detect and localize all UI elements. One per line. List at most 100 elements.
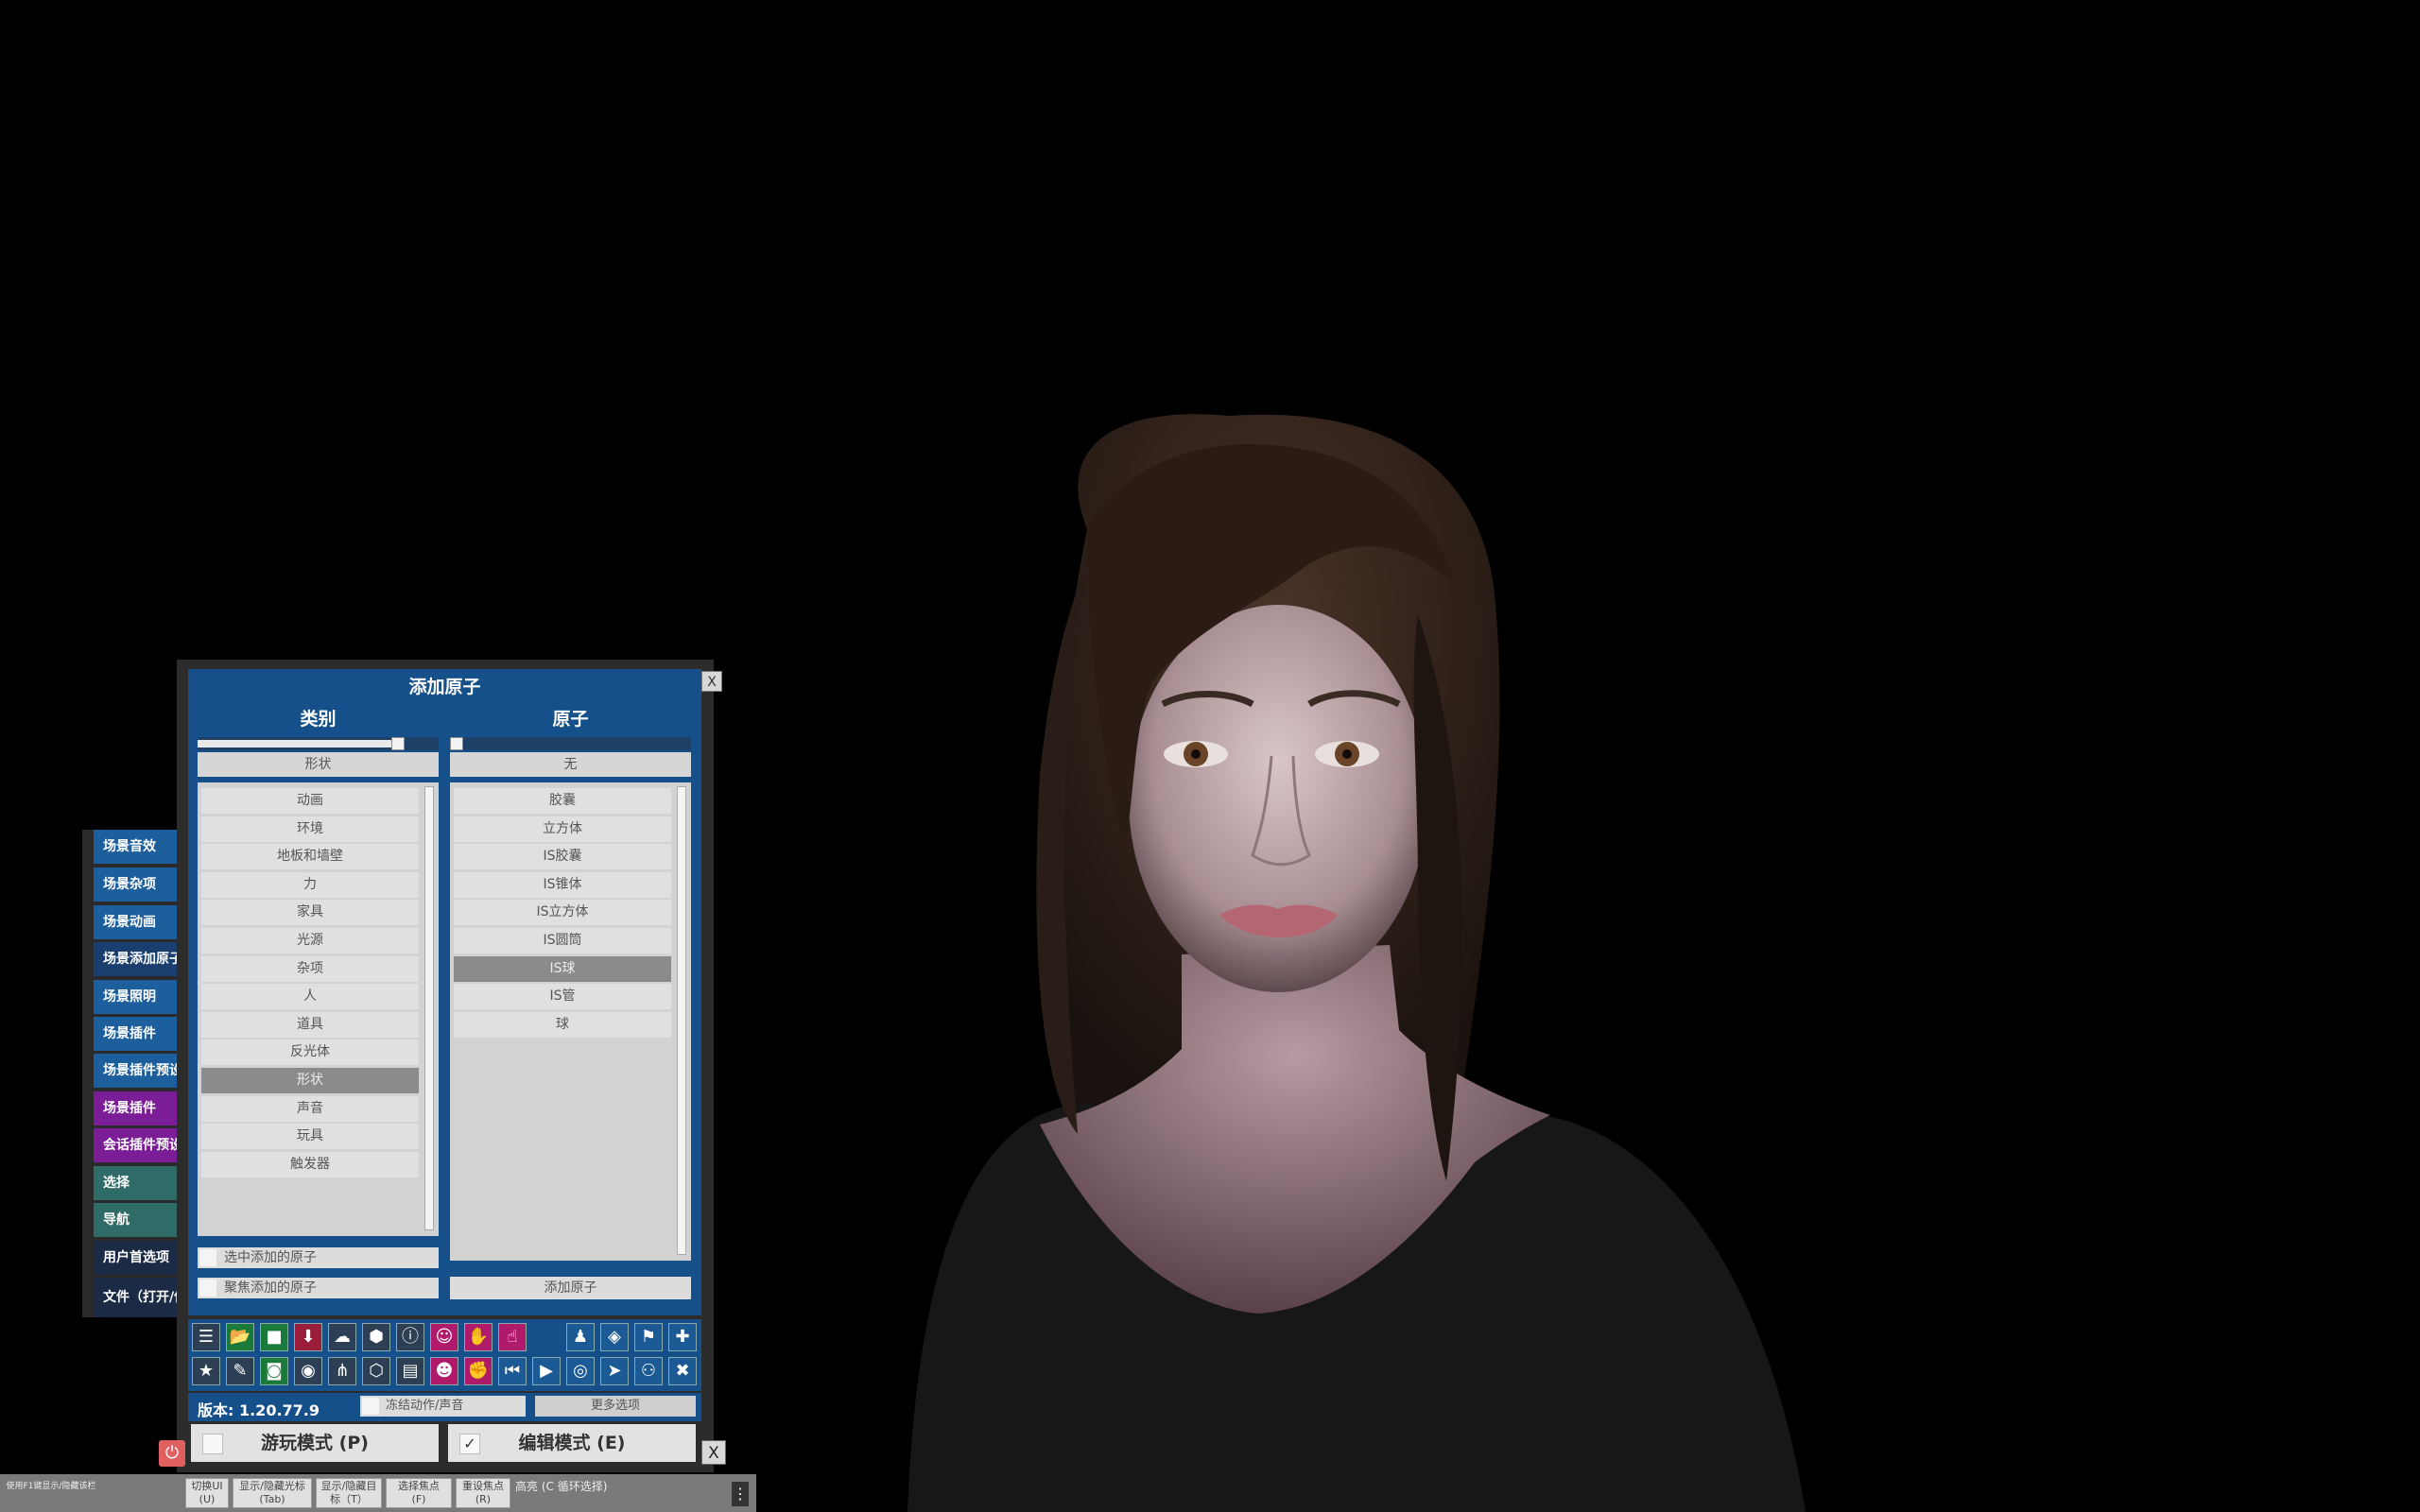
more-options-button[interactable]: 更多选项 (535, 1396, 696, 1417)
menu-icon[interactable]: ☰ (192, 1323, 220, 1351)
box-icon[interactable]: ⬢ (362, 1323, 390, 1351)
edit-mode-button[interactable]: ✓ 编辑模式 (E) (448, 1424, 696, 1462)
hint-toggle-cursor[interactable]: 显示/隐藏光标 (Tab) (233, 1478, 312, 1508)
person-icon[interactable]: ♟ (566, 1323, 595, 1351)
hint-toggle-target-line1: 显示/隐藏目 (320, 1480, 377, 1492)
close-ui-button[interactable]: X (701, 1440, 726, 1465)
hint-toggle-cursor-line1: 显示/隐藏光标 (239, 1480, 305, 1492)
hint-select-focus[interactable]: 选择焦点 (F) (386, 1478, 452, 1508)
hint-reset-focus-line1: 重设焦点 (462, 1480, 504, 1492)
atom-item[interactable]: IS圆筒 (454, 928, 671, 954)
hand-icon[interactable]: ✋ (464, 1323, 493, 1351)
atom-list-scrollbar[interactable] (677, 786, 686, 1255)
category-scroll-fill (198, 740, 398, 747)
atom-item[interactable]: 胶囊 (454, 788, 671, 814)
people-icon[interactable]: ⚇ (634, 1357, 663, 1385)
category-dropdown[interactable]: 形状 (198, 752, 439, 777)
category-item[interactable]: 玩具 (201, 1124, 419, 1150)
hint-bar: 使用F1键显示/隐藏该栏 切换UI (U) 显示/隐藏光标 (Tab) 显示/隐… (0, 1474, 756, 1512)
hint-select-focus-line1: 选择焦点 (398, 1480, 440, 1492)
category-list-scrollbar[interactable] (424, 786, 434, 1230)
hint-highlight: 高亮 (C 循环选择) (515, 1480, 608, 1493)
tools-icon[interactable]: ✖ (668, 1357, 697, 1385)
hint-reset-focus[interactable]: 重设焦点 (R) (456, 1478, 510, 1508)
category-item[interactable]: 动画 (201, 788, 419, 814)
atom-item[interactable]: IS立方体 (454, 900, 671, 926)
atom-item[interactable]: IS锥体 (454, 871, 671, 898)
power-icon[interactable]: ⏻ (159, 1440, 185, 1467)
category-item[interactable]: 力 (201, 871, 419, 898)
document-icon[interactable]: ▤ (396, 1357, 424, 1385)
play-mode-button[interactable]: 游玩模式 (P) (191, 1424, 439, 1462)
camera-icon[interactable]: ◉ (294, 1357, 322, 1385)
select-added-atom-checkbox[interactable] (199, 1249, 216, 1266)
atom-item[interactable]: IS管 (454, 984, 671, 1010)
camera-folder-icon[interactable]: ◙ (260, 1357, 288, 1385)
add-atom-button[interactable]: 添加原子 (450, 1277, 691, 1299)
play-icon[interactable]: ▶ (532, 1357, 561, 1385)
atom-item[interactable]: 球 (454, 1011, 671, 1038)
person-settings-icon[interactable]: ☺ (430, 1323, 458, 1351)
category-item[interactable]: 触发器 (201, 1151, 419, 1177)
category-item[interactable]: 道具 (201, 1011, 419, 1038)
flag-icon[interactable]: ⚑ (634, 1323, 663, 1351)
atom-item[interactable]: 立方体 (454, 816, 671, 842)
category-scroll-handle[interactable] (390, 737, 405, 750)
person-edit-icon[interactable]: ☻ (430, 1357, 458, 1385)
open-folder-icon[interactable]: 📂 (226, 1323, 254, 1351)
category-item[interactable]: 反光体 (201, 1040, 419, 1066)
cloud-download-icon[interactable]: ☁ (328, 1323, 356, 1351)
hint-toggle-target[interactable]: 显示/隐藏目 标（T） (316, 1478, 382, 1508)
panel-close-button[interactable]: X (701, 671, 722, 692)
star-icon[interactable]: ★ (192, 1357, 220, 1385)
focus-added-atom-label: 聚焦添加的原子 (224, 1280, 317, 1296)
hint-menu-icon[interactable]: ⋮ (732, 1482, 749, 1506)
atom-scrollbar[interactable] (450, 737, 691, 750)
category-item[interactable]: 形状 (201, 1068, 419, 1093)
main-toolbar: ☰ 📂 ■ ⬇ ☁ ⬢ ⓘ ☺ ✋ ☝ ♟ ◈ ⚑ ✚ ★ ✎ ◙ ◉ ⋔ ⬡ ▤ ☻ ✊ ⏮ ▶ ◎ ➤ ⚇ ✖ (188, 1319, 701, 1391)
edit-mode-checkbox[interactable]: ✓ (459, 1434, 480, 1454)
hint-toggle-ui[interactable]: 切换UI (U) (185, 1478, 229, 1508)
category-item[interactable]: 家具 (201, 900, 419, 926)
play-mode-label: 游玩模式 (P) (261, 1433, 369, 1453)
side-tab-strip: 场景音效 场景杂项 场景动画 场景添加原子 场景照明 场景插件 场景插件预设 场… (82, 830, 268, 1317)
category-item[interactable]: 光源 (201, 928, 419, 954)
focus-added-atom-toggle[interactable]: 聚焦添加的原子 (198, 1278, 439, 1298)
category-item[interactable]: 环境 (201, 816, 419, 842)
hint-toggle-cursor-line2: (Tab) (259, 1492, 285, 1505)
save-icon[interactable]: ⬇ (294, 1323, 322, 1351)
freeze-motion-sound-toggle[interactable]: 冻结动作/声音 (360, 1396, 526, 1417)
category-item[interactable]: 杂项 (201, 955, 419, 982)
select-added-atom-toggle[interactable]: 选中添加的原子 (198, 1247, 439, 1268)
edit-mode-label: 编辑模式 (E) (518, 1433, 626, 1453)
atom-dropdown[interactable]: 无 (450, 752, 691, 777)
package-icon[interactable]: ⬡ (362, 1357, 390, 1385)
atom-header: 原子 (552, 709, 589, 730)
vr-headset-icon[interactable]: ◈ (600, 1323, 629, 1351)
category-item[interactable]: 声音 (201, 1095, 419, 1122)
atom-scroll-handle[interactable] (450, 737, 463, 750)
category-item[interactable]: 人 (201, 984, 419, 1010)
play-mode-checkbox[interactable] (202, 1434, 223, 1454)
focus-added-atom-checkbox[interactable] (199, 1280, 216, 1297)
target-icon[interactable]: ◎ (566, 1357, 595, 1385)
atom-item[interactable]: IS球 (454, 955, 671, 982)
info-icon[interactable]: ⓘ (396, 1323, 424, 1351)
hint-toggle-ui-line2: (U) (199, 1492, 216, 1505)
skip-back-icon[interactable]: ⏮ (498, 1357, 527, 1385)
category-scrollbar[interactable] (198, 737, 439, 750)
plus-icon[interactable]: ✚ (668, 1323, 697, 1351)
hint-toggle-target-line2: 标（T） (330, 1492, 368, 1505)
freeze-motion-sound-label: 冻结动作/声音 (386, 1399, 464, 1413)
folder-icon[interactable]: ■ (260, 1323, 288, 1351)
category-list: 动画 环境 地板和墙壁力家具 光源 杂项人道具 反光体 形状 声音 玩具 触发器 (198, 782, 439, 1236)
graph-icon[interactable]: ⋔ (328, 1357, 356, 1385)
panel-title: 添加原子 (408, 677, 481, 697)
edit-folder-icon[interactable]: ✎ (226, 1357, 254, 1385)
freeze-motion-sound-checkbox[interactable] (362, 1398, 379, 1415)
cursor-icon[interactable]: ➤ (600, 1357, 629, 1385)
grab-hand-icon[interactable]: ✊ (464, 1357, 493, 1385)
pointer-hand-icon[interactable]: ☝ (498, 1323, 527, 1351)
atom-item[interactable]: IS胶囊 (454, 844, 671, 870)
category-item[interactable]: 地板和墙壁 (201, 844, 419, 870)
